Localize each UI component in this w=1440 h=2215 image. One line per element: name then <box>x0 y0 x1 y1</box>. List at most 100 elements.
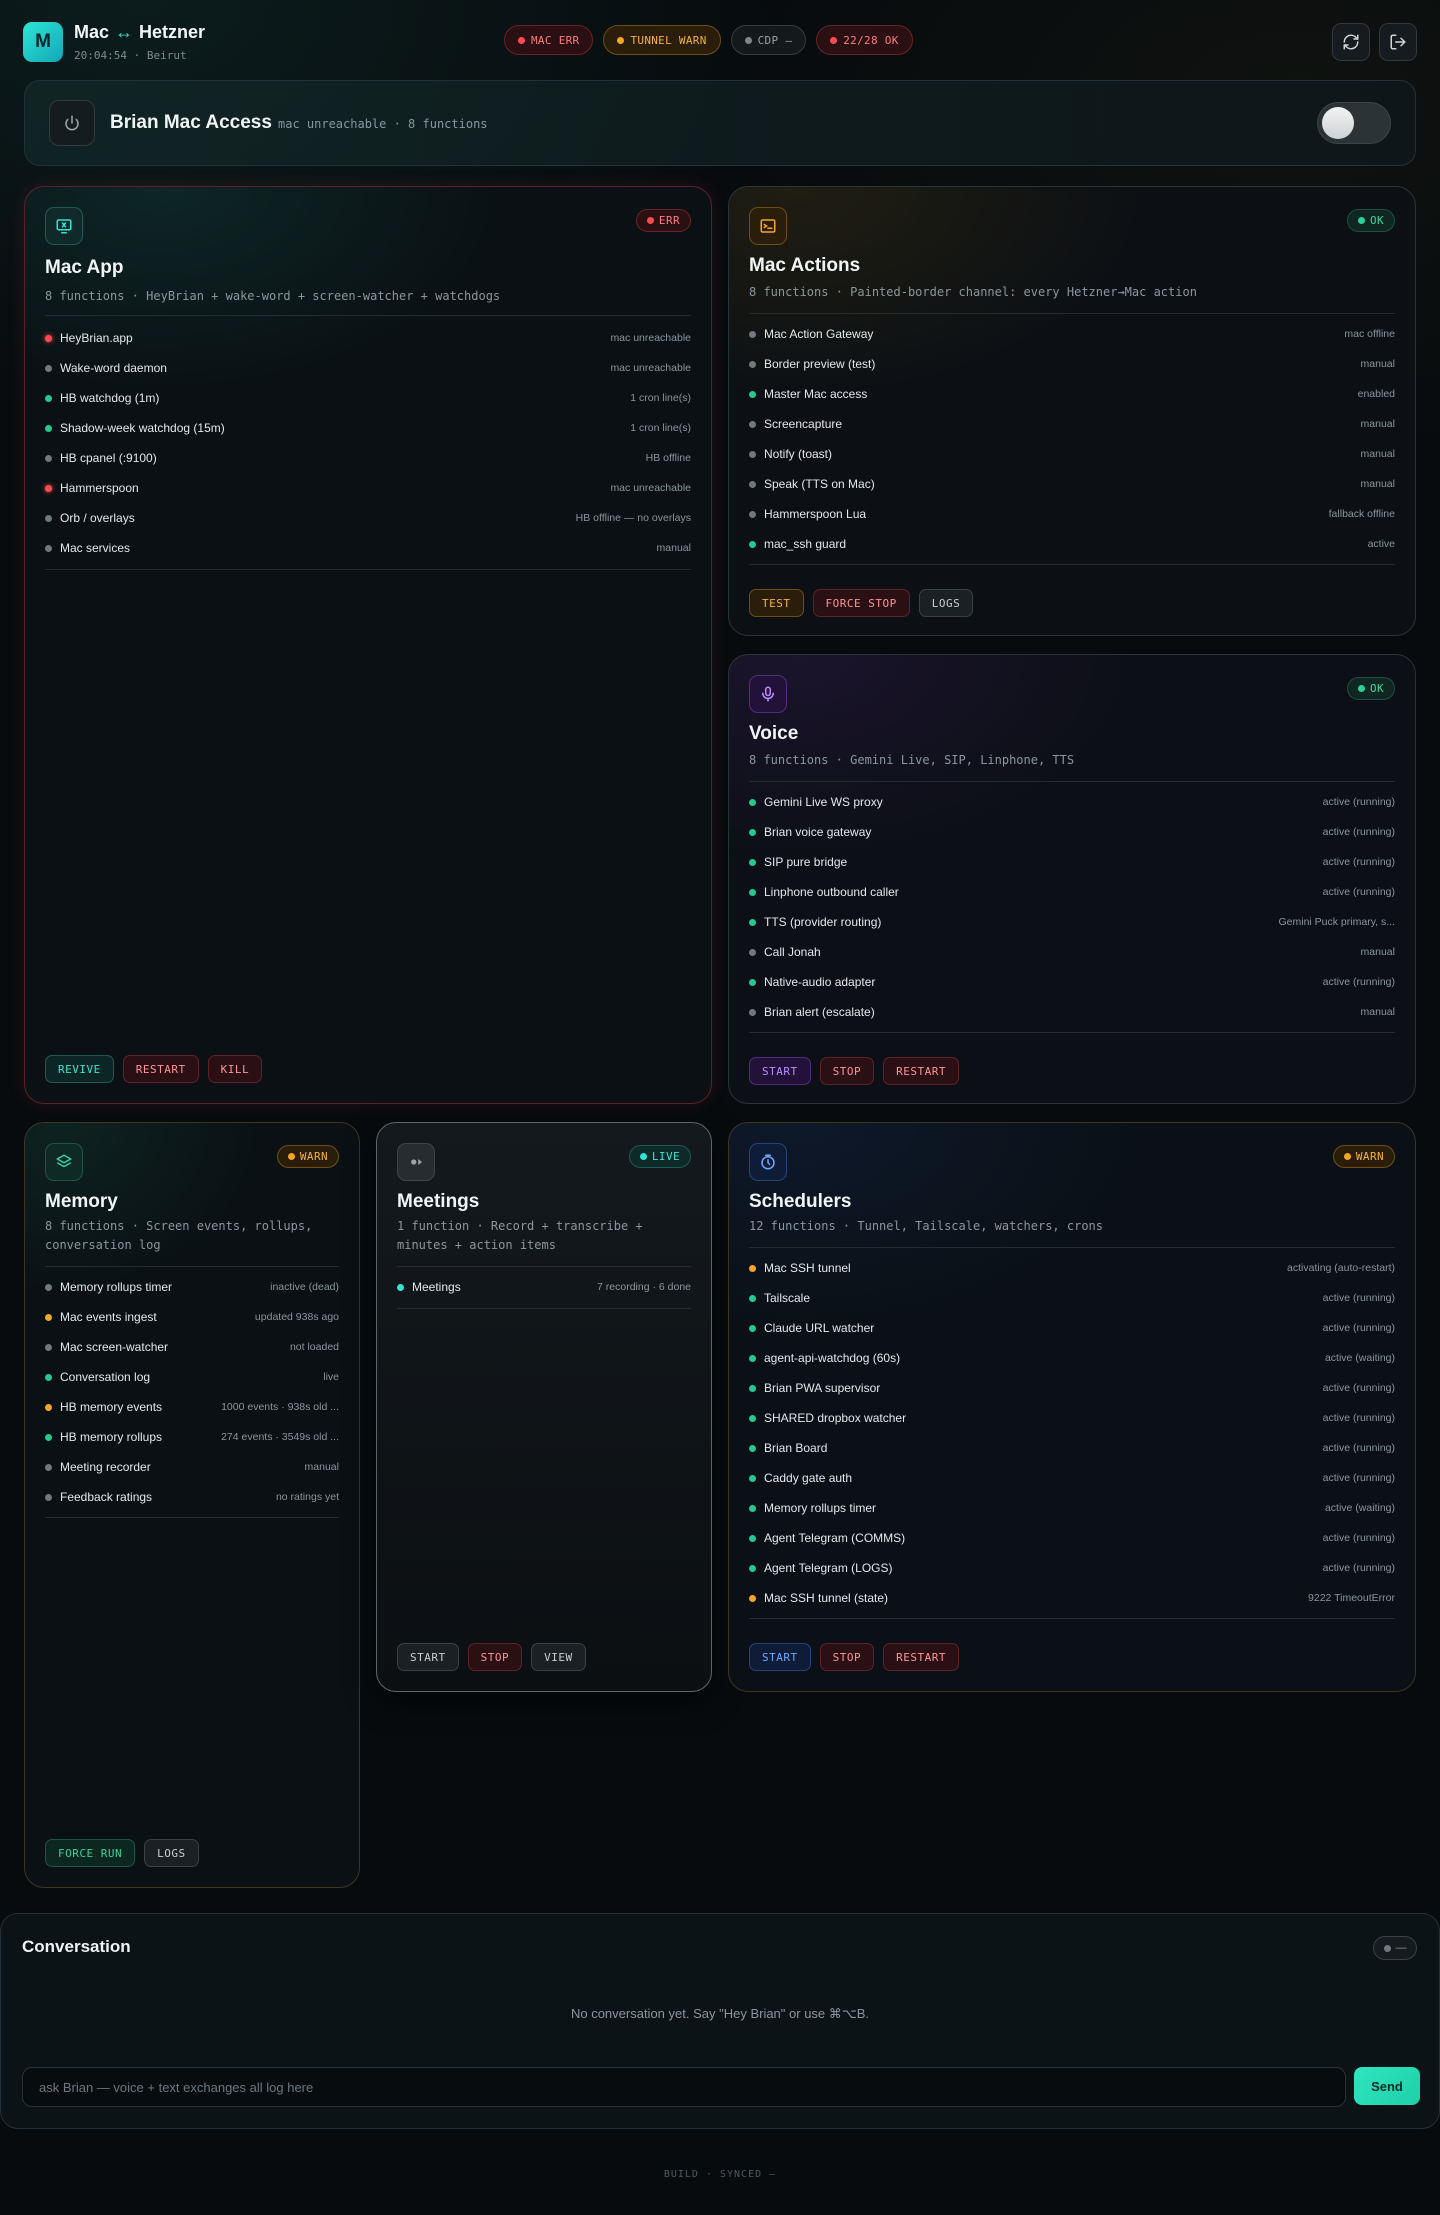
conversation-input[interactable] <box>22 2067 1346 2107</box>
test-button[interactable]: TEST <box>749 589 804 617</box>
logout-button[interactable] <box>1379 23 1417 61</box>
build-footer: BUILD · SYNCED — <box>663 2169 777 2180</box>
function-name: Agent Telegram (COMMS) <box>764 1531 906 1545</box>
top-header: M Mac ↔ Hetzner 20:04:54 · Beirut MAC ERR … <box>23 20 1417 64</box>
function-row[interactable]: Tailscale active (running) <box>749 1283 1395 1313</box>
function-row[interactable]: Agent Telegram (LOGS) active (running) <box>749 1553 1395 1583</box>
function-row[interactable]: Screencapture manual <box>749 409 1395 439</box>
function-name: Hammerspoon <box>60 481 139 495</box>
status-dot-icon <box>45 364 52 372</box>
pill-cdp-status[interactable]: CDP — <box>730 25 807 55</box>
function-row[interactable]: Mac SSH tunnel (state) 9222 TimeoutError <box>749 1583 1395 1613</box>
function-status: HB offline — no overlays <box>575 512 691 524</box>
function-row[interactable]: Speak (TTS on Mac) manual <box>749 469 1395 499</box>
card-title: Meetings <box>397 1191 480 1212</box>
function-row[interactable]: Feedback ratings no ratings yet <box>45 1482 339 1512</box>
restart-button[interactable]: RESTART <box>883 1643 959 1671</box>
function-row[interactable]: Mac SSH tunnel activating (auto-restart) <box>749 1253 1395 1283</box>
function-status: updated 938s ago <box>254 1311 339 1323</box>
pill-mac-status[interactable]: MAC ERR <box>504 25 594 55</box>
status-dot-icon <box>749 1008 756 1016</box>
restart-button[interactable]: RESTART <box>122 1055 199 1083</box>
function-row[interactable]: Mac services manual <box>45 533 691 563</box>
status-dot-icon <box>830 36 838 44</box>
stop-button[interactable]: STOP <box>819 1057 875 1085</box>
function-row[interactable]: HB memory rollups 274 events · 3549s old … <box>45 1422 339 1452</box>
function-row[interactable]: Linphone outbound caller active (running) <box>749 877 1395 907</box>
function-name: Screencapture <box>764 417 843 431</box>
function-row[interactable]: Native-audio adapter active (running) <box>749 967 1395 997</box>
pill-overall-count[interactable]: 22/28 OK <box>816 25 913 55</box>
pill-tunnel-status[interactable]: TUNNEL WARN <box>603 25 721 55</box>
function-row[interactable]: Brian voice gateway active (running) <box>749 817 1395 847</box>
function-row[interactable]: Mac events ingest updated 938s ago <box>45 1302 339 1332</box>
function-name: Conversation log <box>60 1370 151 1384</box>
function-row[interactable]: Border preview (test) manual <box>749 349 1395 379</box>
function-row[interactable]: Caddy gate auth active (running) <box>749 1463 1395 1493</box>
function-name: SIP pure bridge <box>764 855 848 869</box>
function-row[interactable]: Shadow-week watchdog (15m) 1 cron line(s) <box>45 413 691 443</box>
send-button[interactable]: Send <box>1354 2067 1420 2105</box>
function-row[interactable]: HB watchdog (1m) 1 cron line(s) <box>45 383 691 413</box>
mac-access-toggle[interactable] <box>1317 102 1391 144</box>
function-row[interactable]: agent-api-watchdog (60s) active (waiting) <box>749 1343 1395 1373</box>
function-row[interactable]: Brian alert (escalate) manual <box>749 997 1395 1027</box>
card-title: Mac App <box>45 257 124 278</box>
card-actions: START STOP RESTART <box>749 1057 959 1085</box>
function-row[interactable]: Claude URL watcher active (running) <box>749 1313 1395 1343</box>
stop-button[interactable]: STOP <box>819 1643 875 1671</box>
card-title: Mac Actions <box>749 255 861 276</box>
function-name: Call Jonah <box>764 945 821 959</box>
function-row[interactable]: TTS (provider routing) Gemini Puck primar… <box>749 907 1395 937</box>
function-row[interactable]: Memory rollups timer active (waiting) <box>749 1493 1395 1523</box>
function-row[interactable]: Notify (toast) manual <box>749 439 1395 469</box>
function-row[interactable]: Memory rollups timer inactive (dead) <box>45 1272 339 1302</box>
restart-button[interactable]: RESTART <box>883 1057 959 1085</box>
function-row[interactable]: Hammerspoon mac unreachable <box>45 473 691 503</box>
function-row[interactable]: Mac screen-watcher not loaded <box>45 1332 339 1362</box>
function-row[interactable]: Brian PWA supervisor active (running) <box>749 1373 1395 1403</box>
function-row[interactable]: Master Mac access enabled <box>749 379 1395 409</box>
revive-button[interactable]: REVIVE <box>45 1055 114 1083</box>
function-row[interactable]: SHARED dropbox watcher active (running) <box>749 1403 1395 1433</box>
function-row[interactable]: Mac Action Gateway mac offline <box>749 319 1395 349</box>
function-row[interactable]: Hammerspoon Lua fallback offline <box>749 499 1395 529</box>
function-row[interactable]: Gemini Live WS proxy active (running) <box>749 787 1395 817</box>
status-dot-icon <box>749 1444 756 1452</box>
force-run-button[interactable]: FORCE RUN <box>45 1839 136 1867</box>
start-button[interactable]: START <box>749 1057 811 1085</box>
force-stop-button[interactable]: FORCE STOP <box>812 589 910 617</box>
logs-button[interactable]: LOGS <box>144 1839 199 1867</box>
function-row[interactable]: SIP pure bridge active (running) <box>749 847 1395 877</box>
function-status: 1 cron line(s) <box>630 392 691 404</box>
app-title: Mac ↔ Hetzner <box>74 22 206 42</box>
function-row[interactable]: HB memory events 1000 events · 938s old .… <box>45 1392 339 1422</box>
function-row[interactable]: mac_ssh guard active <box>749 529 1395 559</box>
kill-button[interactable]: KILL <box>207 1055 263 1083</box>
function-row[interactable]: Meeting recorder manual <box>45 1452 339 1482</box>
start-button[interactable]: START <box>749 1643 811 1671</box>
refresh-button[interactable] <box>1332 23 1370 61</box>
function-row[interactable]: Orb / overlays HB offline — no overlays <box>45 503 691 533</box>
function-row[interactable]: Brian Board active (running) <box>749 1433 1395 1463</box>
start-button[interactable]: START <box>397 1643 459 1671</box>
function-status: manual <box>1360 478 1395 490</box>
function-name: Orb / overlays <box>60 511 135 525</box>
card-description: 12 functions · Tunnel, Tailscale, watche… <box>749 1219 1104 1233</box>
function-name: Mac services <box>60 541 131 555</box>
power-button[interactable] <box>49 100 95 146</box>
function-row[interactable]: Conversation log live <box>45 1362 339 1392</box>
function-row[interactable]: Call Jonah manual <box>749 937 1395 967</box>
stop-button[interactable]: STOP <box>467 1643 523 1671</box>
function-list: Gemini Live WS proxy active (running) Bria… <box>749 787 1395 1027</box>
status-badge: OK <box>1346 209 1395 232</box>
function-status: manual <box>1360 418 1395 430</box>
function-row[interactable]: Wake-word daemon mac unreachable <box>45 353 691 383</box>
logs-button[interactable]: LOGS <box>918 589 974 617</box>
view-button[interactable]: VIEW <box>531 1643 586 1671</box>
function-row[interactable]: Agent Telegram (COMMS) active (running) <box>749 1523 1395 1553</box>
function-row[interactable]: Meetings 7 recording · 6 done <box>397 1272 691 1302</box>
function-row[interactable]: HB cpanel (:9100) HB offline <box>45 443 691 473</box>
card-actions: START STOP RESTART <box>749 1643 959 1671</box>
function-row[interactable]: HeyBrian.app mac unreachable <box>45 323 691 353</box>
